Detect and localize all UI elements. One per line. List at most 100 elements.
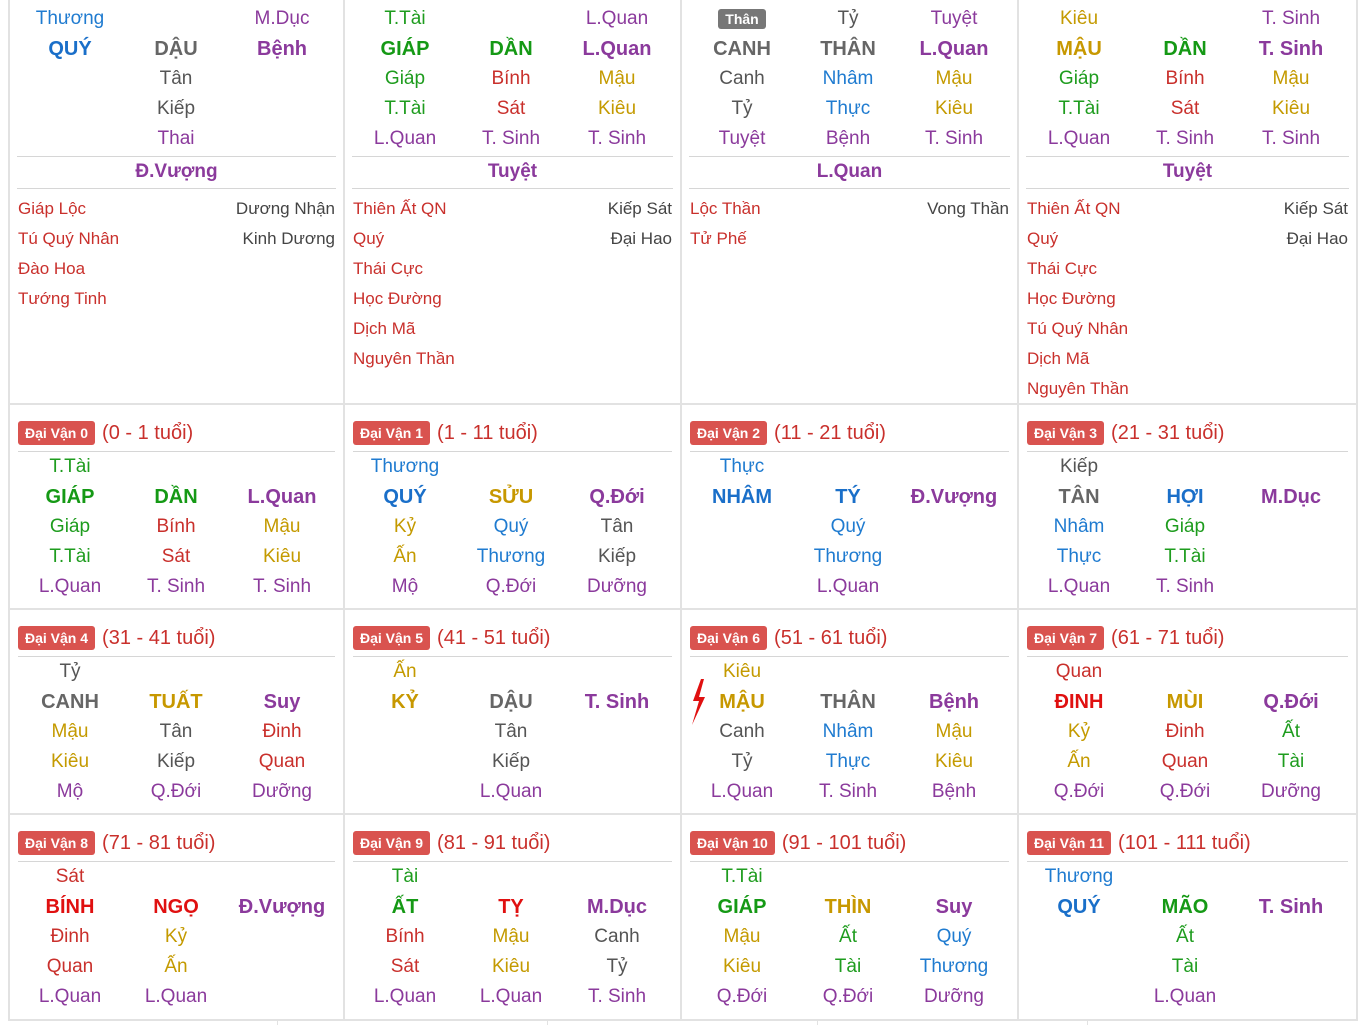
hidden-stem: Tân (600, 516, 634, 537)
cell-row: Thương (345, 452, 680, 482)
dai-van-badge: Đại Vận 1 (353, 421, 431, 445)
stars-list: Lộc Thần Tử Phế Vong Thần (682, 189, 1017, 254)
life-stage: Bệnh (257, 38, 307, 60)
cell-row: Ấn Quan Tài (1019, 747, 1356, 777)
cell-row: TÂN HỢI M.Dục (1019, 482, 1356, 512)
cell-row: Mậu Ất Quý (682, 922, 1017, 952)
hidden-stem: T.Tài (49, 456, 91, 477)
earthly-branch: DẦN (1163, 38, 1207, 60)
star-bad: Vong Thần (927, 199, 1009, 218)
hidden-stem: Quan (1055, 661, 1103, 682)
cell-row: Kiếp (1019, 452, 1356, 482)
age-range: (71 - 81 tuổi) (102, 831, 216, 854)
hidden-stem: Quý (830, 516, 866, 537)
dai-van-cell: Đại Vận 8 (71 - 81 tuổi) Sát BÍNH NGỌ Đ.Vượng… (8, 815, 345, 1021)
hidden-stem: L.Quan (710, 781, 774, 802)
dai-van-badge: Đại Vận 7 (1027, 626, 1105, 650)
hidden-stem: L.Quan (38, 576, 102, 597)
heavenly-stem: MẬU (1056, 38, 1102, 60)
hidden-stem: Quý (493, 516, 529, 537)
hidden-stem: Bính (156, 516, 196, 537)
cell-row: ẤT TỴ M.Dục (345, 892, 680, 922)
cell-row: KỶ DẬU T. Sinh (345, 687, 680, 717)
stars-left: Giáp Lộc Tú Quý Nhân Đào Hoa Tướng Tinh (18, 194, 119, 314)
cell-row: GIÁP DẦN L.Quan (345, 34, 680, 64)
hidden-stem: Kiêu (934, 98, 974, 119)
cell-row: Tỷ Thực Kiêu (682, 747, 1017, 777)
stars-left: Lộc Thần Tử Phế (690, 194, 761, 254)
heavenly-stem: QUÝ (383, 486, 427, 508)
star-good: Nguyên Thần (353, 349, 455, 368)
cell-row: Canh Nhâm Mậu (682, 64, 1017, 94)
hidden-stem: Dưỡng (586, 576, 648, 597)
earthly-branch: THÂN (820, 38, 876, 60)
dai-van-badge: Đại Vận 2 (690, 421, 768, 445)
dai-van-badge: Đại Vận 6 (690, 626, 768, 650)
hidden-stem: Quan (46, 956, 94, 977)
cell-row: Kiêu (682, 657, 1017, 687)
stars-list: Thiên Ất QN Quý Thái Cực Học Đường Dịch Mã Ng… (345, 189, 680, 374)
age-range: (0 - 1 tuổi) (102, 421, 194, 444)
stars-left: Thiên Ất QN Quý Thái Cực Học Đường Tú Quý Nh… (1027, 194, 1129, 404)
cell-row: CANH TUẤT Suy (10, 687, 343, 717)
cell-row: Giáp Bính Mậu (345, 64, 680, 94)
hidden-stem: Bệnh (931, 781, 977, 802)
hidden-stem: Ấn (393, 661, 417, 682)
cell-row: Thực T.Tài (1019, 542, 1356, 572)
cell-row: Kiêu Kiếp Quan (10, 747, 343, 777)
heavenly-stem: ĐINH (1054, 691, 1104, 713)
pillar-cell: Thân Tỷ Tuyệt CANH THÂN L.Quan Canh Nhâm Mậu Tỷ Th… (682, 0, 1019, 405)
age-range: (81 - 91 tuổi) (437, 831, 551, 854)
life-stage: Q.Đới (589, 486, 645, 508)
hidden-stem: Kiêu (1059, 8, 1099, 29)
hidden-stem: Sát (390, 956, 420, 977)
heavenly-stem: GIÁP (380, 38, 430, 60)
earthly-branch: TỴ (498, 896, 524, 918)
earthly-branch: NGỌ (153, 896, 199, 918)
stars-right: Vong Thần (927, 194, 1009, 254)
hidden-stem: Thân (689, 4, 795, 34)
hidden-stem: Ấn (164, 956, 188, 977)
hidden-stem: Tỷ (59, 661, 81, 682)
hidden-stem: L.Quan (1047, 576, 1111, 597)
life-stage: Đ.Vượng (910, 486, 998, 508)
heavenly-stem: CANH (713, 38, 771, 60)
hidden-stem: Thực (825, 98, 871, 119)
hidden-stem: Giáp (49, 516, 91, 537)
star-good: Thiên Ất QN (353, 199, 447, 218)
dai-van-cell: Đại Vận 5 (41 - 51 tuổi) Ấn KỶ DẬU T. Sinh Tân… (345, 610, 682, 815)
cell-row: Nhâm Giáp (1019, 512, 1356, 542)
cell-row: BÍNH NGỌ Đ.Vượng (10, 892, 343, 922)
heavenly-stem: NHÂM (712, 486, 772, 508)
hidden-stem: Bính (491, 68, 531, 89)
cell-row: L.Quan T. Sinh T. Sinh (345, 124, 680, 154)
bazi-chart-grid: Thương M.Dục QUÝ DẬU Bệnh Tân Kiếp Thai Đ.Vượng G… (0, 0, 1365, 1025)
hidden-stem: Sát (1170, 98, 1200, 119)
hidden-stem: Ất (1282, 721, 1300, 742)
hidden-stem: Kiêu (1271, 98, 1311, 119)
hidden-stem: T. Sinh (1261, 8, 1321, 29)
star-good: Học Đường (1027, 289, 1116, 308)
hidden-stem: Mộ (56, 781, 84, 802)
hidden-stem: T. Sinh (1155, 128, 1215, 149)
star-good: Thái Cực (353, 259, 423, 278)
hidden-stem: L.Quan (373, 128, 437, 149)
star-bad: Kiếp Sát (1283, 199, 1348, 218)
hidden-stem: T. Sinh (1155, 576, 1215, 597)
life-stage: Bệnh (929, 691, 979, 713)
stars-right: Dương Nhận Kinh Dương (236, 194, 335, 314)
cell-row: Q.Đới Q.Đới Dưỡng (682, 982, 1017, 1012)
hidden-stem: Thực (825, 751, 871, 772)
cell-row: QUÝ MÃO T. Sinh (1019, 892, 1356, 922)
star-bad: Kinh Dương (242, 229, 335, 248)
dai-van-cell: Đại Vận 7 (61 - 71 tuổi) Quan ĐINH MÙI Q.Đới K… (1019, 610, 1358, 815)
hidden-stem: Kỷ (164, 926, 188, 947)
hidden-stem: Quý (936, 926, 972, 947)
earthly-branch: DẬU (154, 38, 198, 60)
star-good: Tử Phế (690, 229, 747, 248)
than-badge: Thân (718, 9, 766, 29)
hidden-stem: Tỷ (837, 8, 859, 29)
hidden-stem: Đinh (1165, 721, 1205, 742)
heavenly-stem: KỶ (391, 691, 419, 713)
hidden-stem: Ấn (1067, 751, 1091, 772)
